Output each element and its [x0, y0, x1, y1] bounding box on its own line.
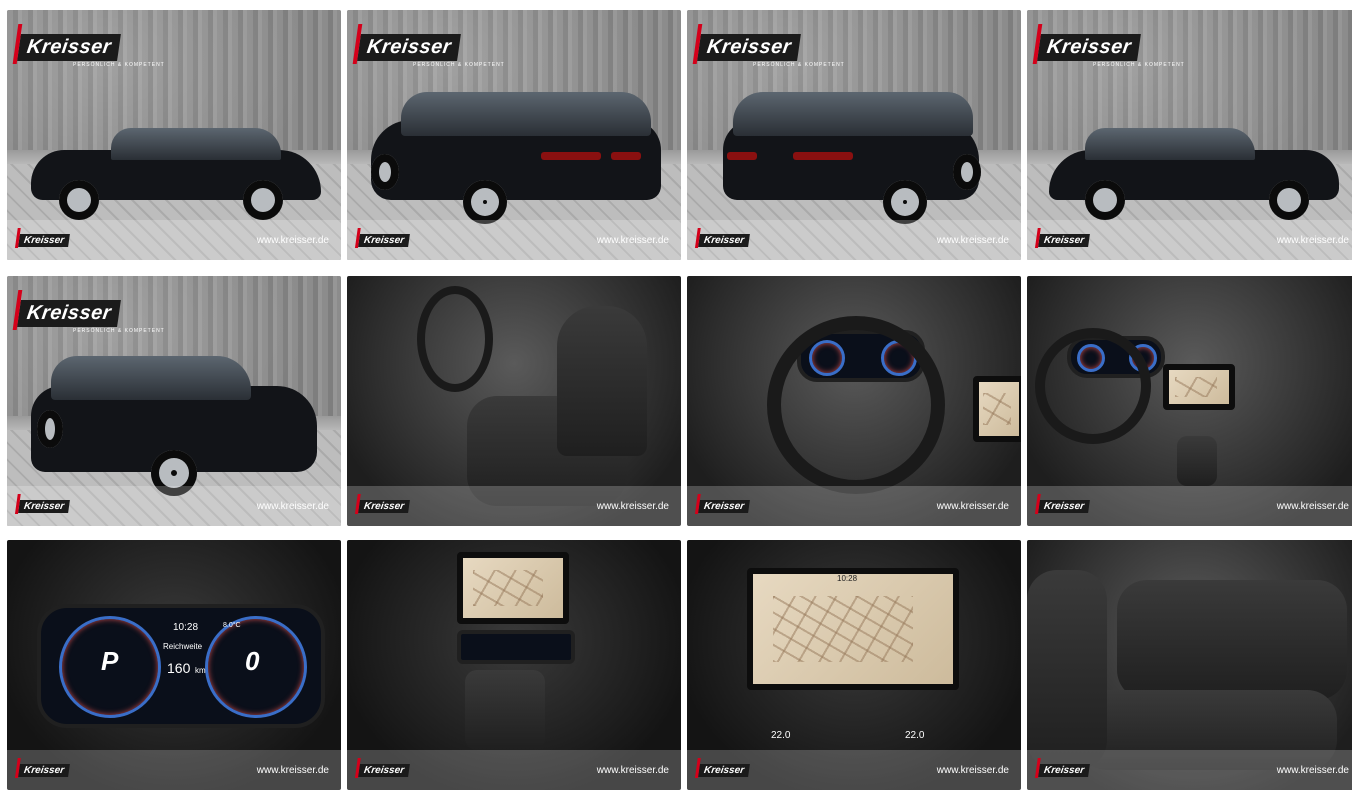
website-url: www.kreisser.de [1276, 765, 1349, 776]
photo-gallery: Kreisser PERSÖNLICH & KOMPETENT Kreisser… [0, 0, 1352, 790]
website-url: www.kreisser.de [1276, 235, 1349, 246]
tagline: PERSÖNLICH & KOMPETENT [753, 62, 845, 68]
website-url: www.kreisser.de [936, 501, 1009, 512]
gear-indicator: P [101, 646, 119, 676]
kreisser-logo: Kreisser [697, 34, 801, 61]
speed-value: 0 [245, 646, 260, 676]
footer-logo: Kreisser [698, 500, 750, 513]
kreisser-logo: Kreisser [357, 34, 461, 61]
kreisser-logo: Kreisser [1037, 34, 1141, 61]
footer-logo: Kreisser [1038, 500, 1090, 513]
digital-cockpit: P 0 10:28 8.0°C Reichweite 160 km [37, 604, 325, 728]
website-url: www.kreisser.de [596, 235, 669, 246]
photo-navigation-screen[interactable]: 10:28 22.0 22.0 Kreisser www.kreisser.de [687, 540, 1021, 790]
photo-rear-three-quarter-right[interactable]: Kreisser PERSÖNLICH & KOMPETENT Kreisser… [687, 10, 1021, 260]
footer-logo: Kreisser [358, 764, 410, 777]
steering-wheel [1035, 328, 1151, 444]
website-url: www.kreisser.de [936, 235, 1009, 246]
photo-front-three-quarter[interactable]: Kreisser PERSÖNLICH & KOMPETENT Kreisser… [7, 276, 341, 526]
tagline: PERSÖNLICH & KOMPETENT [73, 62, 165, 68]
car-front-view [31, 350, 321, 500]
website-url: www.kreisser.de [596, 765, 669, 776]
infotainment-screen [973, 376, 1021, 442]
website-url: www.kreisser.de [596, 501, 669, 512]
car-rear-view [723, 80, 1013, 230]
footer-logo: Kreisser [1038, 764, 1090, 777]
footer-logo: Kreisser [358, 234, 410, 247]
footer-logo: Kreisser [698, 764, 750, 777]
footer-logo: Kreisser [18, 764, 70, 777]
steering-wheel [417, 286, 493, 392]
temp-left: 22.0 [771, 730, 791, 741]
temp-right: 22.0 [905, 730, 925, 741]
photo-instrument-cluster[interactable]: P 0 10:28 8.0°C Reichweite 160 km Kreiss… [7, 540, 341, 790]
photo-rear-seats[interactable]: Kreisser www.kreisser.de [1027, 540, 1352, 790]
car-side-view [1049, 120, 1339, 220]
website-url: www.kreisser.de [936, 765, 1009, 776]
kreisser-logo: Kreisser [17, 300, 121, 327]
clock: 10:28 [173, 622, 199, 633]
kreisser-logo: Kreisser [17, 34, 121, 61]
footer-logo: Kreisser [18, 234, 70, 247]
photo-steering-wheel[interactable]: Kreisser www.kreisser.de [687, 276, 1021, 526]
photo-dashboard[interactable]: Kreisser www.kreisser.de [1027, 276, 1352, 526]
tagline: PERSÖNLICH & KOMPETENT [1093, 62, 1185, 68]
car-rear-view [371, 80, 661, 230]
tagline: PERSÖNLICH & KOMPETENT [413, 62, 505, 68]
website-url: www.kreisser.de [256, 501, 329, 512]
footer-logo: Kreisser [358, 500, 410, 513]
outside-temp: 8.0°C [223, 622, 241, 629]
infotainment-screen [457, 552, 569, 624]
infotainment-screen [1163, 364, 1235, 410]
steering-wheel [767, 316, 945, 494]
website-url: www.kreisser.de [1276, 501, 1349, 512]
car-side-view [31, 120, 321, 220]
photo-center-console[interactable]: Kreisser www.kreisser.de [347, 540, 681, 790]
footer-logo: Kreisser [1038, 234, 1090, 247]
rear-bench-backrest [1117, 580, 1347, 700]
gear-selector [1177, 436, 1217, 486]
photo-side-left[interactable]: Kreisser PERSÖNLICH & KOMPETENT Kreisser… [7, 10, 341, 260]
website-url: www.kreisser.de [256, 765, 329, 776]
photo-side-right[interactable]: Kreisser PERSÖNLICH & KOMPETENT Kreisser… [1027, 10, 1352, 260]
range-value: 160 [167, 660, 191, 676]
photo-rear-three-quarter-left[interactable]: Kreisser PERSÖNLICH & KOMPETENT Kreisser… [347, 10, 681, 260]
climate-panel [457, 630, 575, 664]
range-label: Reichweite [163, 642, 203, 651]
website-url: www.kreisser.de [256, 235, 329, 246]
seat-backrest [557, 306, 647, 456]
tagline: PERSÖNLICH & KOMPETENT [73, 328, 165, 334]
photo-front-seat[interactable]: Kreisser www.kreisser.de [347, 276, 681, 526]
front-seat-back [1027, 570, 1107, 770]
footer-logo: Kreisser [698, 234, 750, 247]
nav-clock: 10:28 [837, 574, 858, 583]
navigation-map [747, 568, 959, 690]
gear-selector [465, 670, 545, 750]
footer-logo: Kreisser [18, 500, 70, 513]
range-unit: km [195, 666, 206, 675]
